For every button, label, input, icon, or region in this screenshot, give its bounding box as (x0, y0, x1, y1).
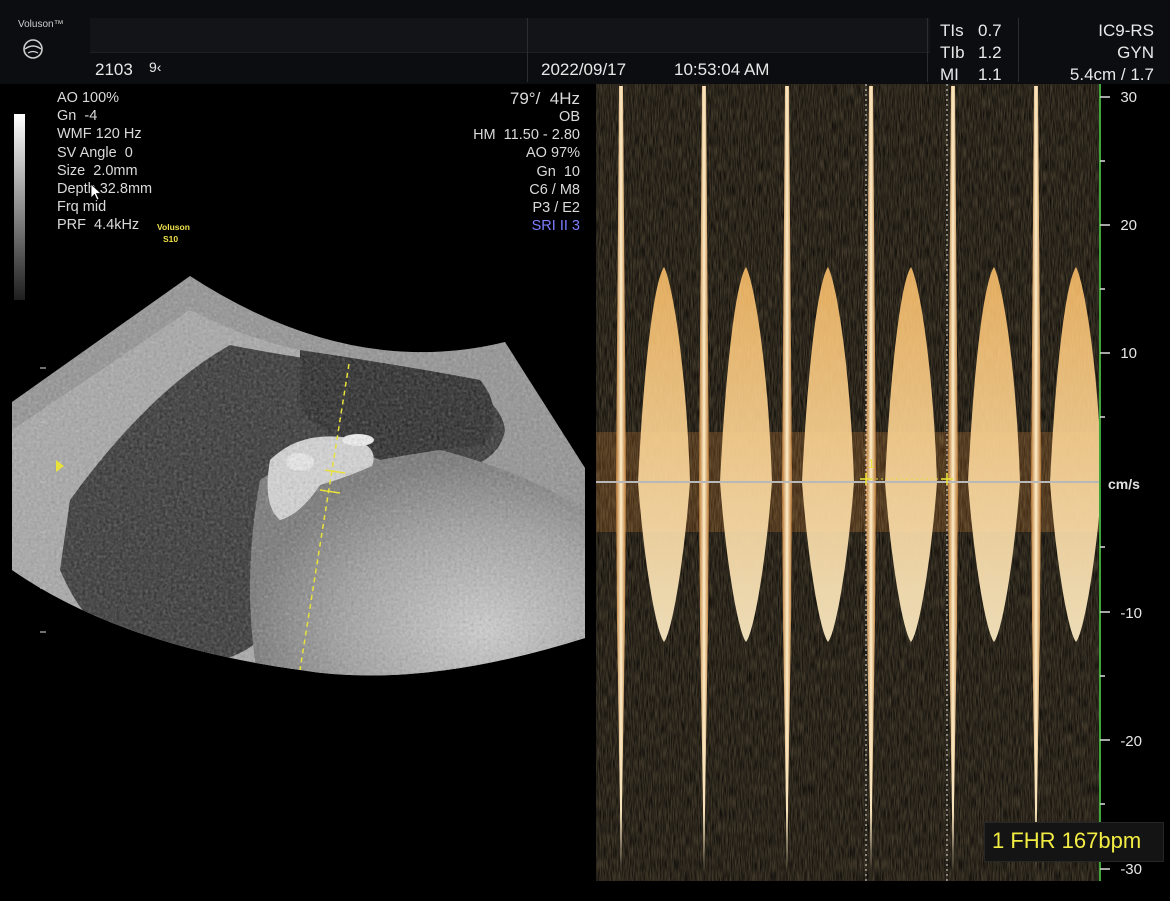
scale-label-20: 20 (1120, 217, 1137, 234)
safety-value-tib: 1.2 (978, 43, 1002, 62)
param-persistence: P3 / E2 (532, 200, 580, 217)
param-prf: PRF 4.4kHz (57, 217, 140, 234)
header-divider (527, 18, 528, 82)
header-info-strip (90, 18, 930, 53)
scale-label-30: 30 (1120, 89, 1137, 106)
scale-label-minus-10: -10 (1120, 605, 1142, 622)
doppler-spectrum: 1 (596, 84, 1100, 881)
depth-info: 5.4cm / 1.7 (1069, 65, 1154, 84)
param-ao: AO 100% (57, 90, 120, 106)
voluson-badge-line1: Voluson (157, 222, 190, 232)
bmode-sector-image (12, 276, 585, 676)
param-wmf: WMF 120 Hz (57, 126, 142, 143)
brand-label: Voluson™ (18, 19, 64, 30)
param-contrast: C6 / M8 (529, 181, 580, 198)
param-sv-angle: SV Angle 0 (57, 144, 133, 161)
header-divider (927, 18, 928, 82)
param-harmonic: HM 11.50 - 2.80 (473, 127, 580, 144)
param-angle-rate: 79°/ 4Hz (509, 89, 580, 108)
safety-label-tib: TIb (940, 43, 965, 62)
safety-value-tis: 0.7 (978, 21, 1002, 40)
safety-value-mi: 1.1 (978, 65, 1002, 84)
param-gain-right: Gn 10 (536, 163, 580, 180)
voluson-logo-icon (23, 39, 43, 59)
safety-label-mi: MI (940, 65, 959, 84)
patient-id: 2103 (95, 60, 133, 79)
scale-label-minus-30: -30 (1120, 861, 1142, 878)
voluson-badge-line2: S10 (163, 234, 179, 244)
velocity-unit: cm/s (1108, 476, 1140, 492)
scale-label-10: 10 (1120, 345, 1137, 362)
param-gain: Gn -4 (57, 108, 98, 125)
param-ao-right: AO 97% (526, 145, 580, 162)
param-sri: SRI II 3 (531, 218, 580, 235)
patient-id-suffix: 9‹ (149, 59, 162, 75)
probe-name: IC9-RS (1098, 21, 1154, 40)
exam-date: 2022/09/17 (541, 60, 627, 79)
fhr-measurement: 1 FHR 167bpm (992, 828, 1142, 853)
param-application: OB (559, 109, 580, 125)
param-size: Size 2.0mm (57, 162, 138, 179)
mouse-cursor-icon (90, 183, 102, 201)
safety-label-tis: TIs (940, 21, 964, 40)
exam-time: 10:53:04 AM (674, 60, 770, 79)
caliper-label: 1 (868, 457, 875, 471)
param-depth: Depth 32.8mm (57, 181, 153, 198)
left-params-panel: AO 100% Gn -4 WMF 120 Hz SV Angle 0 Size… (57, 89, 152, 235)
right-params-panel: 79°/ 4Hz OB HM 11.50 - 2.80 AO 97% Gn 10… (473, 89, 580, 235)
scale-label-minus-20: -20 (1120, 733, 1142, 750)
header-divider (1018, 18, 1019, 82)
param-frequency: Frq mid (57, 199, 107, 216)
preset-name: GYN (1117, 43, 1154, 62)
